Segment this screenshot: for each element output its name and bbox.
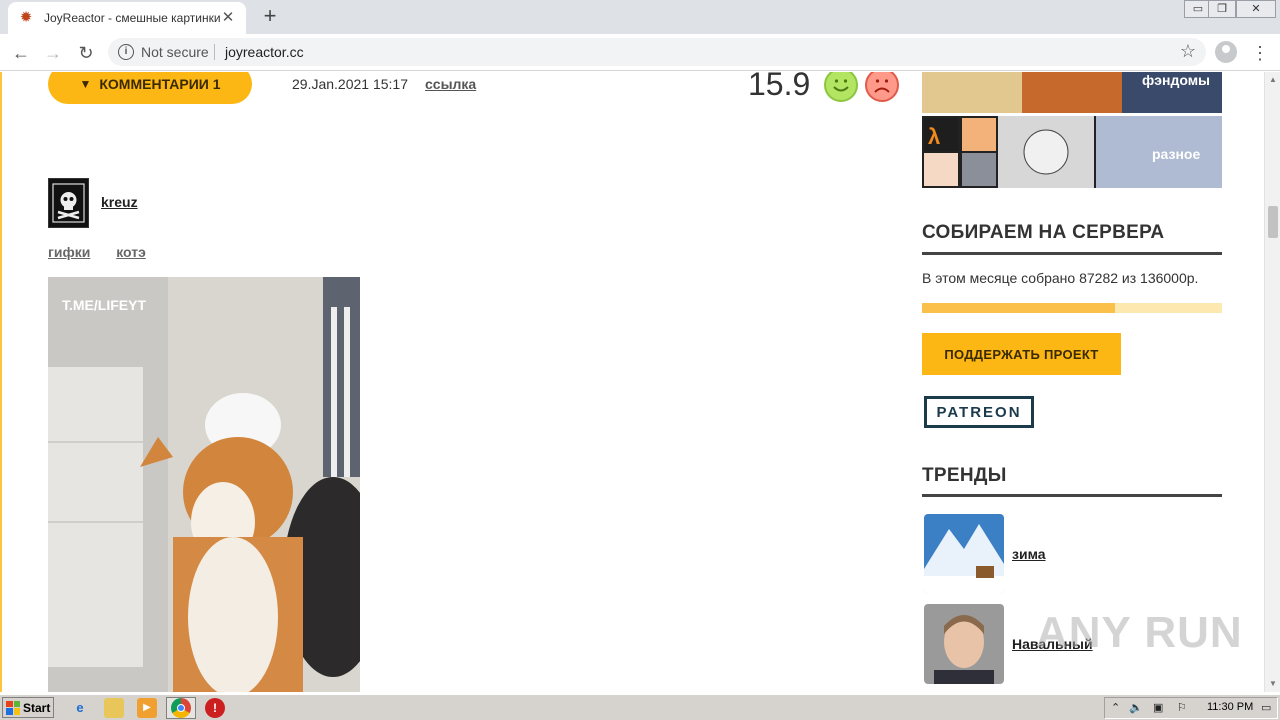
chevron-down-icon: ▼ bbox=[79, 77, 92, 91]
browser-menu-icon[interactable]: ⋮ bbox=[1250, 42, 1270, 64]
post-date: 29.Jan.2021 15:17 bbox=[292, 76, 408, 92]
trend-link[interactable]: зима bbox=[1012, 546, 1046, 562]
skull-icon bbox=[52, 183, 85, 223]
start-button[interactable]: Start bbox=[2, 697, 54, 718]
info-icon[interactable]: i bbox=[118, 44, 134, 60]
svg-text:λ: λ bbox=[928, 124, 940, 149]
scrollbar-thumb[interactable] bbox=[1268, 206, 1278, 238]
tray-expand-icon[interactable]: ⌃ bbox=[1111, 701, 1120, 714]
show-desktop-icon[interactable]: ▭ bbox=[1261, 701, 1271, 714]
omnibox-divider bbox=[214, 44, 215, 60]
network-icon[interactable]: ▣ bbox=[1153, 701, 1163, 714]
taskbar-clock: 11:30 PM bbox=[1207, 701, 1254, 713]
joyreactor-favicon-icon: ✹ bbox=[19, 9, 33, 26]
tag-link[interactable]: гифки bbox=[48, 244, 90, 260]
page-scrollbar[interactable]: ▲ ▼ bbox=[1264, 72, 1280, 692]
page-viewport: ▼ КОММЕНТАРИИ 1 29.Jan.2021 15:17 ссылка… bbox=[0, 72, 1280, 692]
scroll-down-arrow-icon[interactable]: ▼ bbox=[1265, 676, 1280, 692]
omnibox[interactable]: i Not secure joyreactor.cc ☆ bbox=[108, 38, 1206, 66]
url-text[interactable]: joyreactor.cc bbox=[225, 44, 304, 60]
address-bar-row: ← → ↻ i Not secure joyreactor.cc ☆ ⋮ bbox=[0, 34, 1280, 71]
profile-avatar-icon[interactable] bbox=[1215, 41, 1237, 63]
trends-divider bbox=[922, 494, 1222, 497]
misc-banner[interactable]: λ разное bbox=[922, 116, 1222, 188]
vote-down-frown-icon[interactable] bbox=[865, 72, 899, 102]
browser-tab[interactable]: ✹ JoyReactor - смешные картинки и ✕ bbox=[8, 2, 246, 34]
page-left-accent bbox=[0, 72, 2, 692]
post-tags: гифки котэ bbox=[48, 244, 168, 260]
media-player-icon[interactable]: ▶ bbox=[137, 698, 157, 718]
tag-link[interactable]: котэ bbox=[116, 244, 146, 260]
back-arrow-icon[interactable]: ← bbox=[10, 42, 32, 64]
close-tab-icon[interactable]: ✕ bbox=[220, 10, 236, 26]
fundraise-text: В этом месяце собрано 87282 из 136000р. bbox=[922, 270, 1199, 286]
reload-icon[interactable]: ↻ bbox=[75, 42, 97, 64]
chrome-icon bbox=[171, 698, 191, 718]
trends-title: ТРЕНДЫ bbox=[922, 465, 1007, 486]
action-center-flag-icon[interactable]: ⚐ bbox=[1177, 701, 1187, 714]
comments-button[interactable]: ▼ КОММЕНТАРИИ 1 bbox=[48, 72, 252, 104]
forward-arrow-icon[interactable]: → bbox=[42, 42, 64, 64]
username-link[interactable]: kreuz bbox=[101, 194, 138, 210]
close-window-button[interactable]: ✕ bbox=[1236, 0, 1276, 18]
fundraise-divider bbox=[922, 252, 1222, 255]
tab-title: JoyReactor - смешные картинки и bbox=[44, 11, 220, 25]
folder-icon[interactable] bbox=[104, 698, 124, 718]
image-watermark: T.ME/LIFEYT bbox=[62, 297, 146, 313]
browser-tab-strip: ✹ JoyReactor - смешные картинки и ✕ + ▭ … bbox=[0, 0, 1280, 34]
windows-taskbar: Start e ▶ ! ⌃ 🔈 ▣ ⚐ ▭ 11:30 PM bbox=[0, 694, 1280, 720]
vote-up-smile-icon[interactable] bbox=[824, 72, 858, 102]
post-cat-gif-image[interactable]: T.ME/LIFEYT bbox=[48, 277, 360, 692]
support-project-button[interactable]: ПОДДЕРЖАТЬ ПРОЕКТ bbox=[922, 333, 1121, 375]
maximize-button[interactable]: ❐ bbox=[1208, 0, 1236, 18]
user-avatar[interactable] bbox=[48, 178, 89, 228]
post-link[interactable]: ссылка bbox=[425, 76, 476, 92]
new-tab-button[interactable]: + bbox=[258, 5, 282, 29]
comments-label: КОММЕНТАРИИ 1 bbox=[99, 76, 221, 92]
portrait-thumbnail-icon[interactable] bbox=[924, 604, 1004, 684]
internet-explorer-icon[interactable]: e bbox=[70, 698, 90, 718]
security-status: Not secure bbox=[141, 44, 209, 60]
anyrun-watermark: ANY RUN bbox=[1036, 608, 1243, 657]
windows-logo-icon bbox=[6, 700, 20, 715]
fandoms-label: фэндомы bbox=[1142, 72, 1211, 88]
start-label: Start bbox=[23, 700, 51, 715]
winter-thumbnail-icon[interactable] bbox=[924, 514, 1004, 594]
misc-label: разное bbox=[1152, 146, 1201, 162]
fundraise-progress-bar bbox=[922, 303, 1222, 313]
fandoms-banner[interactable]: фэндомы bbox=[922, 72, 1222, 113]
bookmark-star-icon[interactable]: ☆ bbox=[1180, 41, 1196, 62]
fundraise-title: СОБИРАЕМ НА СЕРВЕРА bbox=[922, 222, 1165, 243]
warning-app-icon[interactable]: ! bbox=[205, 698, 225, 718]
post-rating: 15.9 bbox=[748, 72, 811, 102]
volume-icon[interactable]: 🔈 bbox=[1129, 701, 1143, 714]
fundraise-progress-fill bbox=[922, 303, 1115, 313]
scroll-up-arrow-icon[interactable]: ▲ bbox=[1265, 72, 1280, 88]
patreon-button[interactable]: PATREON bbox=[924, 396, 1034, 428]
